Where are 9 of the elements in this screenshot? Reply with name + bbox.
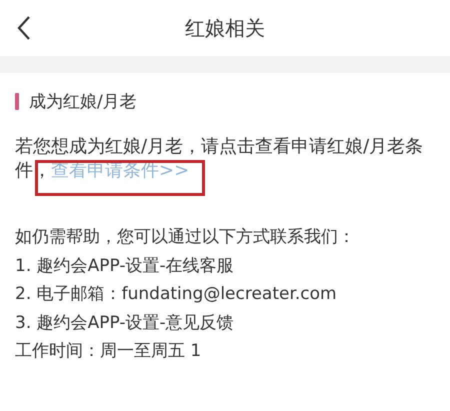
section-title: 成为红娘/月老 bbox=[29, 90, 137, 112]
contact-item: 2. 电子邮箱：fundating@lecreater.com bbox=[15, 283, 338, 306]
contact-item: 3. 趣约会APP-设置-意见反馈 bbox=[15, 312, 235, 334]
contact-item: 1. 趣约会APP-设置-在线客服 bbox=[15, 254, 235, 278]
help-intro: 如仍需帮助，您可以通过以下方式联系我们： bbox=[15, 226, 356, 249]
working-hours: 工作时间：周一至周五 1 bbox=[15, 340, 202, 363]
page-title: 红娘相关 bbox=[185, 14, 265, 42]
back-icon[interactable] bbox=[17, 15, 31, 41]
accent-bar bbox=[15, 92, 19, 110]
